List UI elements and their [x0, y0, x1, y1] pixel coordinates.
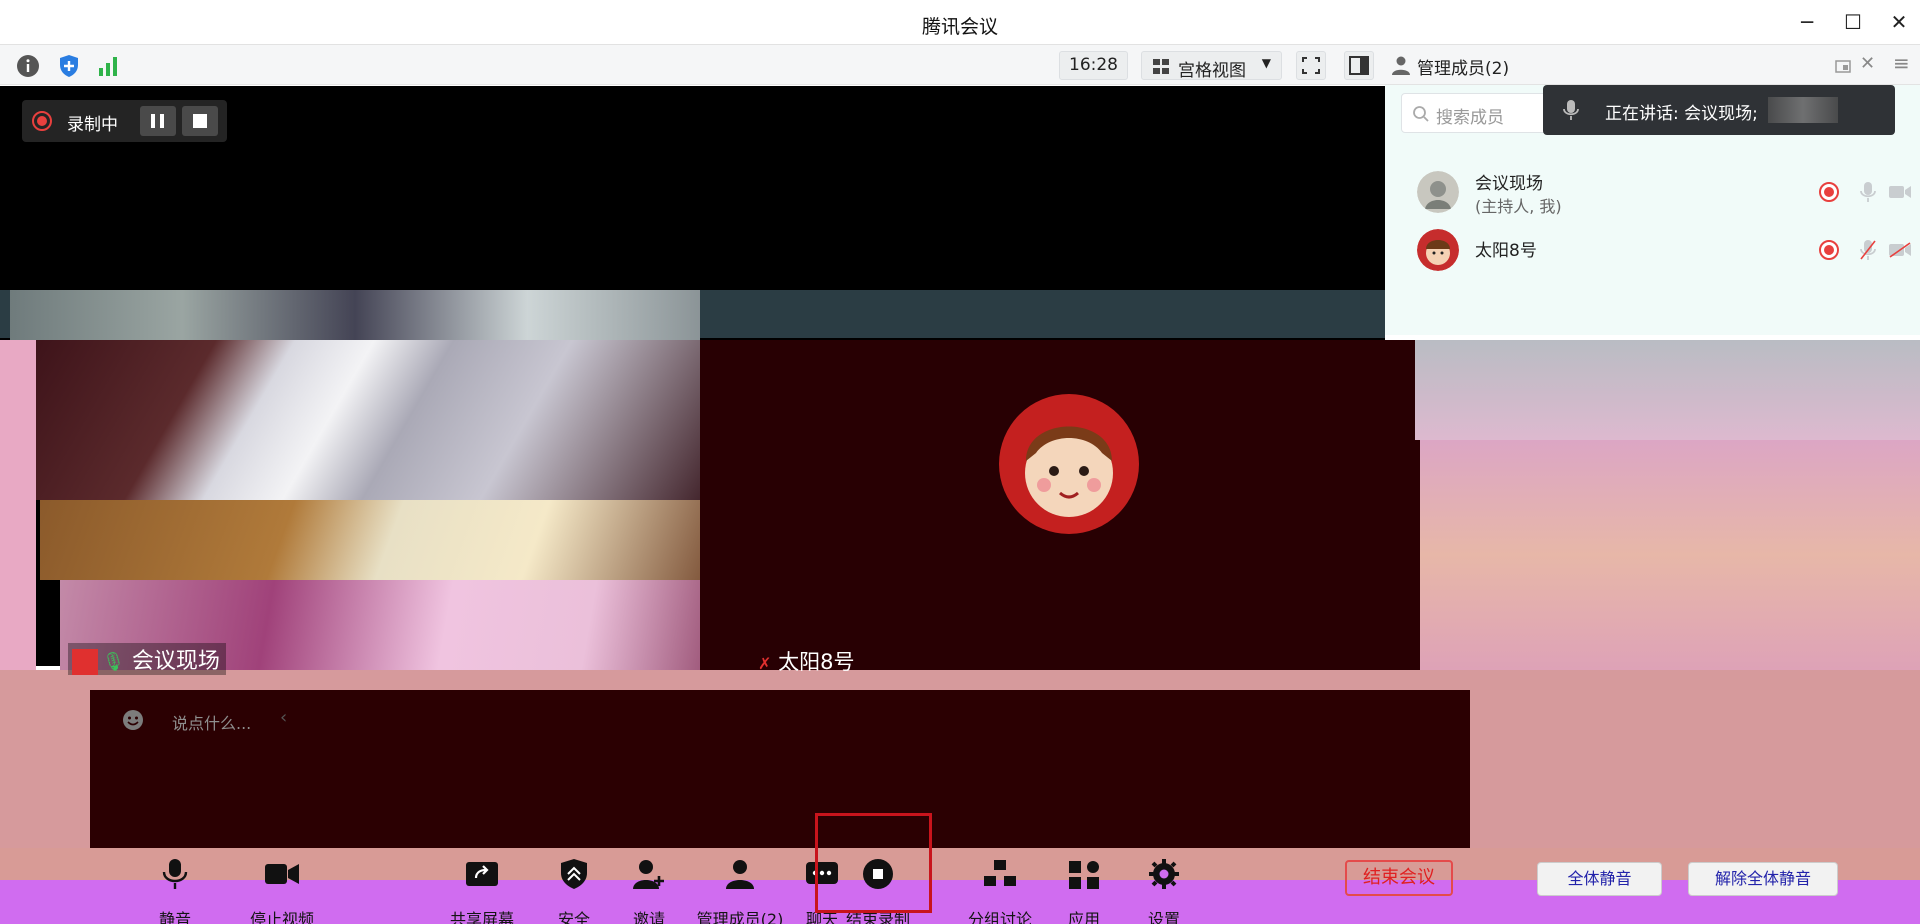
close-panel-icon[interactable]: ✕ — [1860, 53, 1875, 74]
chevron-left-icon[interactable]: ‹ — [280, 707, 287, 728]
video-name: 会议现场 — [131, 649, 220, 674]
menu-icon[interactable]: ≡ — [1893, 51, 1910, 75]
video-name: 太阳8号 — [778, 650, 855, 674]
invite-button[interactable]: 邀请 — [627, 858, 671, 924]
breakout-rooms-button[interactable]: 分组讨论 — [960, 858, 1040, 924]
microphone-icon — [162, 859, 188, 889]
glitch-edge — [0, 340, 36, 670]
invite-icon — [633, 860, 664, 889]
participant-avatar — [999, 394, 1139, 534]
chat-input[interactable]: 说点什么... — [172, 710, 251, 734]
stop-recording-button[interactable] — [182, 106, 218, 136]
share-screen-label: 共享屏幕 — [449, 910, 514, 924]
close-icon[interactable]: ✕ — [1884, 8, 1914, 36]
view-mode-dropdown[interactable]: 宫格视图 ▼ — [1141, 51, 1282, 81]
member-row[interactable]: 太阳8号 — [1385, 223, 1920, 279]
mute-all-button[interactable]: 全体静音 — [1537, 862, 1662, 896]
stop-video-button[interactable]: 停止视频 — [232, 858, 332, 924]
camera-feed — [40, 500, 740, 580]
microphone-icon — [1563, 100, 1579, 120]
microphone-muted-icon[interactable] — [1860, 239, 1876, 261]
view-mode-label: 宫格视图 — [1178, 61, 1246, 81]
signal-icon[interactable] — [97, 54, 121, 78]
microphone-icon: 🎙 — [102, 651, 125, 673]
end-meeting-button[interactable]: 结束会议 — [1345, 860, 1453, 896]
blurred-name — [1768, 97, 1838, 123]
recording-status-icon — [1819, 182, 1839, 202]
member-role: (主持人, 我) — [1475, 197, 1562, 216]
top-toolbar: 16:28 宫格视图 ▼ — [0, 45, 1385, 85]
minimize-icon[interactable]: ─ — [1792, 8, 1822, 36]
manage-members-button[interactable]: 管理成员(2) — [690, 858, 790, 924]
gear-icon — [1149, 859, 1179, 889]
control-bar: 静音 停止视频 共享屏幕 安全 邀请 管理成员(2) 聊天 结束录制 分组讨论 … — [0, 848, 1920, 924]
members-icon — [726, 860, 754, 889]
unmute-all-button[interactable]: 解除全体静音 — [1688, 862, 1838, 896]
recording-status: 录制中 — [67, 115, 118, 135]
avatar — [1417, 171, 1459, 213]
avatar — [1417, 229, 1459, 271]
members-panel-title: 管理成员(2) — [1417, 59, 1510, 79]
recording-indicator: 录制中 — [22, 100, 227, 142]
panel-toggle-icon — [1349, 56, 1369, 75]
mute-label: 静音 — [158, 910, 191, 924]
apps-label: 应用 — [1067, 910, 1100, 924]
video-name-tag: 🎙 会议现场 — [68, 643, 226, 675]
maximize-icon[interactable]: ☐ — [1838, 8, 1868, 36]
apps-button[interactable]: 应用 — [1062, 858, 1106, 924]
record-dot-icon — [32, 111, 52, 131]
chevron-down-icon: ▼ — [1261, 56, 1271, 70]
settings-button[interactable]: 设置 — [1142, 858, 1186, 924]
mute-button[interactable]: 静音 — [150, 858, 200, 924]
member-row[interactable]: 会议现场 (主持人, 我) — [1385, 165, 1920, 221]
speaking-indicator: 正在讲话: 会议现场; — [1543, 85, 1895, 135]
panel-toggle-button[interactable] — [1344, 51, 1374, 80]
stop-video-label: 停止视频 — [249, 910, 314, 924]
fullscreen-button[interactable] — [1296, 51, 1326, 80]
glitch-edge — [1420, 440, 1920, 670]
shield-icon[interactable] — [57, 54, 81, 78]
member-name: 太阳8号 — [1475, 241, 1537, 261]
window-title: 腾讯会议 — [921, 16, 998, 38]
share-screen-icon — [466, 862, 498, 886]
speaking-text: 正在讲话: 会议现场; — [1605, 104, 1758, 124]
title-bar: 腾讯会议 ─ ☐ ✕ — [0, 0, 1920, 45]
fullscreen-icon — [1302, 57, 1320, 74]
breakout-rooms-label: 分组讨论 — [967, 910, 1032, 924]
person-icon — [1392, 56, 1410, 75]
info-icon[interactable] — [16, 54, 40, 78]
camera-icon[interactable] — [1888, 184, 1912, 200]
meeting-clock: 16:28 — [1059, 51, 1128, 80]
glitch-edge — [1415, 340, 1920, 440]
invite-label: 邀请 — [632, 910, 665, 924]
share-screen-button[interactable]: 共享屏幕 — [442, 858, 522, 924]
manage-members-label: 管理成员(2) — [696, 910, 784, 924]
search-placeholder: 搜索成员 — [1436, 108, 1504, 128]
pause-recording-button[interactable] — [140, 106, 176, 136]
emoji-icon[interactable] — [122, 709, 144, 731]
camera-icon — [265, 864, 299, 884]
shield-icon — [561, 859, 587, 889]
member-name: 会议现场 — [1475, 174, 1543, 194]
highlight-box — [815, 813, 932, 913]
camera-off-icon[interactable] — [1888, 242, 1912, 258]
popout-icon[interactable] — [1835, 58, 1851, 74]
video-name-tag: ✗ 太阳8号 — [758, 646, 854, 676]
breakout-icon — [984, 860, 1016, 886]
camera-feed — [10, 290, 700, 340]
camera-feed — [18, 340, 718, 500]
chat-panel: 说点什么... ‹ — [90, 690, 1470, 848]
recording-status-icon — [1819, 240, 1839, 260]
microphone-icon[interactable] — [1860, 181, 1876, 203]
apps-icon — [1069, 861, 1099, 889]
grid-icon — [1153, 59, 1169, 74]
search-icon — [1413, 106, 1429, 122]
settings-label: 设置 — [1147, 910, 1180, 924]
microphone-muted-icon: ✗ — [758, 654, 772, 673]
host-icon — [72, 649, 98, 675]
members-panel-header: 管理成员(2) ✕ ≡ — [1385, 45, 1920, 85]
security-label: 安全 — [557, 910, 590, 924]
security-button[interactable]: 安全 — [552, 858, 596, 924]
meeting-window: 腾讯会议 ─ ☐ ✕ 16:28 宫格视图 ▼ 管理成员(2) ✕ ≡ 搜索成员… — [0, 0, 1920, 924]
